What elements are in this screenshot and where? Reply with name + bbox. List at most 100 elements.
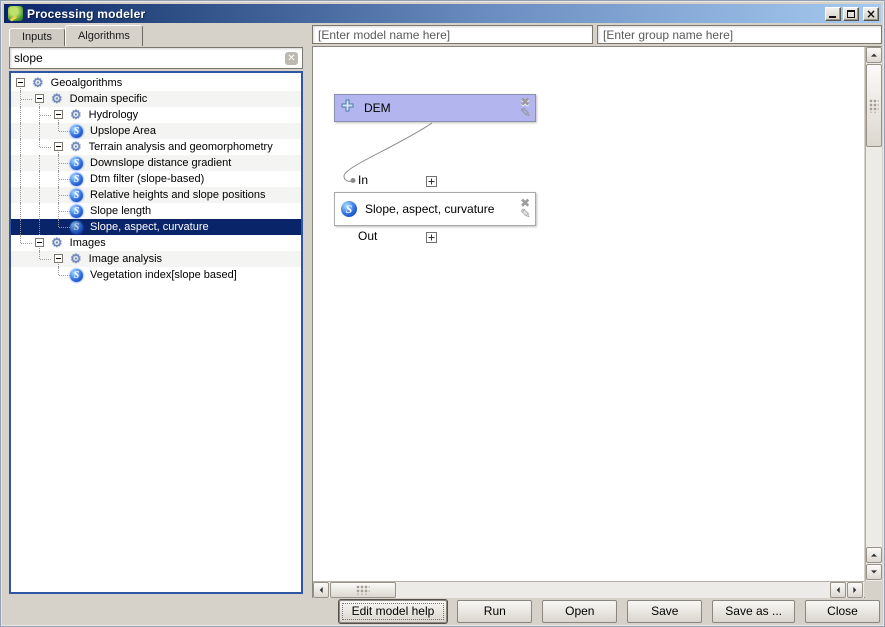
close-button[interactable]: Close	[805, 600, 880, 623]
processing-modeler-window: Processing modeler × Inputs Algorithms s…	[0, 0, 885, 627]
edit-node-icon[interactable]: ✎	[520, 108, 531, 120]
model-name-input[interactable]: [Enter model name here]	[312, 25, 593, 44]
edit-model-help-button[interactable]: Edit model help	[339, 600, 448, 623]
open-button[interactable]: Open	[542, 600, 617, 623]
maximize-button[interactable]	[843, 7, 859, 21]
tree-item[interactable]: ⚙Images	[11, 235, 301, 251]
scroll-up-button-2[interactable]	[866, 547, 882, 563]
tree-item-label: Image analysis	[86, 252, 165, 266]
tree-guide	[11, 219, 30, 235]
tree-item[interactable]: SDtm filter (slope-based)	[11, 171, 301, 187]
collapse-icon[interactable]	[54, 110, 63, 119]
algorithm-tree[interactable]: ⚙Geoalgorithms⚙Domain specific⚙Hydrology…	[9, 71, 303, 594]
tree-expander[interactable]	[49, 139, 68, 155]
minimize-icon	[829, 16, 836, 18]
algorithm-search-input[interactable]: slope ✕	[9, 47, 303, 69]
tree-guide	[30, 107, 49, 123]
group-name-input[interactable]: [Enter group name here]	[597, 25, 882, 44]
tree-item[interactable]: SRelative heights and slope positions	[11, 187, 301, 203]
tree-guide	[49, 203, 68, 219]
tree-guide	[30, 171, 49, 187]
tree-expander[interactable]	[49, 107, 68, 123]
tree-guide	[30, 139, 49, 155]
tree-item-label: Vegetation index[slope based]	[87, 268, 240, 282]
tree-item-label: Relative heights and slope positions	[87, 188, 269, 202]
run-button[interactable]: Run	[457, 600, 532, 623]
model-input-node-dem[interactable]: DEM ✖ ✎	[334, 94, 536, 122]
tree-item[interactable]: SDownslope distance gradient	[11, 155, 301, 171]
clear-search-icon[interactable]: ✕	[285, 52, 298, 65]
tree-item[interactable]: ⚙ Terrain analysis and geomorphometry	[11, 139, 301, 155]
dialog-button-bar: Edit model help Run Open Save Save as ... Clo…	[4, 599, 881, 623]
titlebar: Processing modeler ×	[4, 4, 881, 23]
collapse-icon[interactable]	[16, 78, 25, 87]
collapse-icon[interactable]	[54, 254, 63, 263]
tree-expander[interactable]	[11, 75, 30, 91]
vertical-scroll-thumb[interactable]	[866, 64, 882, 147]
horizontal-scroll-thumb[interactable]	[330, 582, 396, 598]
tree-guide	[30, 251, 49, 267]
scroll-right-button[interactable]	[847, 582, 863, 598]
tree-item[interactable]: ⚙Geoalgorithms	[11, 75, 301, 91]
tree-guide	[11, 155, 30, 171]
tree-guide	[11, 171, 30, 187]
tree-guide	[49, 219, 68, 235]
tree-expander[interactable]	[30, 91, 49, 107]
expand-out-ports-icon[interactable]	[426, 230, 437, 248]
scroll-up-button[interactable]	[866, 47, 882, 63]
tree-guide	[11, 235, 30, 251]
close-icon: ×	[864, 7, 878, 21]
tree-item-label: Dtm filter (slope-based)	[87, 172, 207, 186]
scroll-left-button-2[interactable]	[830, 582, 846, 598]
category-gear-icon: ⚙	[70, 141, 82, 154]
collapse-icon[interactable]	[35, 94, 44, 103]
close-button[interactable]: ×	[863, 7, 879, 21]
tree-guide	[11, 187, 30, 203]
scroll-left-button[interactable]	[313, 582, 329, 598]
tab-inputs[interactable]: Inputs	[9, 28, 65, 46]
out-port-label: Out	[358, 229, 377, 243]
tree-item[interactable]: SSlope, aspect, curvature	[11, 219, 301, 235]
window-title: Processing modeler	[27, 7, 825, 21]
edit-node-icon[interactable]: ✎	[520, 209, 531, 221]
saga-algorithm-icon: S	[341, 201, 357, 217]
tree-guide	[11, 91, 30, 107]
tree-guide	[49, 171, 68, 187]
tree-guide	[30, 219, 49, 235]
saga-algorithm-icon: S	[70, 125, 83, 138]
tab-algorithms[interactable]: Algorithms	[65, 25, 143, 46]
tree-item[interactable]: SSlope length	[11, 203, 301, 219]
model-canvas: DEM ✖ ✎ In S Slope, aspect, curvature ✖ …	[312, 46, 882, 598]
category-gear-icon: ⚙	[51, 93, 63, 106]
vertical-scrollbar[interactable]	[865, 47, 882, 581]
tree-guide	[11, 267, 30, 283]
qgis-app-icon	[8, 6, 23, 21]
tree-guide	[30, 203, 49, 219]
tree-item[interactable]: ⚙Hydrology	[11, 107, 301, 123]
model-algorithm-node[interactable]: S Slope, aspect, curvature ✖ ✎	[334, 192, 536, 226]
collapse-icon[interactable]	[35, 238, 44, 247]
scroll-down-button[interactable]	[866, 564, 882, 580]
tree-expander[interactable]	[30, 235, 49, 251]
tree-item-label: Terrain analysis and geomorphometry	[86, 140, 276, 154]
minimize-button[interactable]	[825, 7, 841, 21]
save-as-button[interactable]: Save as ...	[712, 600, 795, 623]
tree-item-label: Domain specific	[67, 92, 151, 106]
tree-guide	[49, 187, 68, 203]
category-gear-icon: ⚙	[70, 109, 82, 122]
tree-item[interactable]: ⚙Image analysis	[11, 251, 301, 267]
saga-algorithm-icon: S	[70, 205, 83, 218]
tree-item[interactable]: ⚙ Domain specific	[11, 91, 301, 107]
category-gear-icon: ⚙	[32, 77, 44, 90]
horizontal-scrollbar[interactable]	[313, 581, 864, 598]
canvas-viewport[interactable]: DEM ✖ ✎ In S Slope, aspect, curvature ✖ …	[313, 47, 864, 581]
tree-guide	[11, 139, 30, 155]
collapse-icon[interactable]	[54, 142, 63, 151]
expand-in-ports-icon[interactable]	[426, 174, 437, 192]
connection-curve	[313, 47, 864, 581]
tree-item[interactable]: SVegetation index[slope based]	[11, 267, 301, 283]
tree-item[interactable]: SUpslope Area	[11, 123, 301, 139]
save-button[interactable]: Save	[627, 600, 702, 623]
tree-guide	[11, 123, 30, 139]
tree-expander[interactable]	[49, 251, 68, 267]
